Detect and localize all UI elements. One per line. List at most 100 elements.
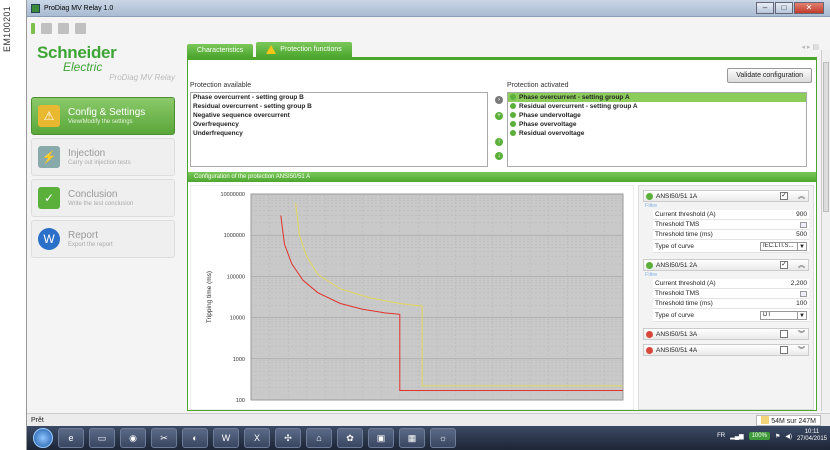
param-row: Type of curve DT ▼ (653, 309, 809, 322)
close-button[interactable]: ✕ (794, 2, 824, 14)
plug-icon: ⚡ (38, 146, 60, 168)
list-item[interactable]: Residual overcurrent - setting group B (191, 102, 487, 111)
config-section-title: Configuration of the protection ANSI50/5… (188, 172, 816, 182)
sidebar-item-report[interactable]: W Report Export the report (31, 220, 175, 258)
memory-indicator[interactable]: 54M sur 247M (756, 415, 821, 426)
tool-icon[interactable]: ✂ (151, 428, 177, 448)
list-item[interactable]: Negative sequence overcurrent (191, 111, 487, 120)
param-row: Type of curve IEC.LTI.S... ▼ (653, 240, 809, 253)
sidebar-item-conclusion[interactable]: ✓ Conclusion Write the test conclusion (31, 179, 175, 217)
pdf-icon[interactable]: ⌂ (306, 428, 332, 448)
list-item[interactable]: Phase overvoltage (508, 120, 806, 129)
folder-icon[interactable]: ▭ (89, 428, 115, 448)
ie-icon[interactable]: e (58, 428, 84, 448)
prodiag-icon[interactable]: ✿ (337, 428, 363, 448)
activated-list[interactable]: Phase overcurrent - setting group A Resi… (507, 92, 807, 167)
scrollbar-thumb[interactable] (823, 62, 829, 212)
tab-protection-functions[interactable]: Protection functions (256, 42, 352, 57)
save-icon[interactable] (58, 22, 69, 34)
maximize-button[interactable]: □ (775, 2, 793, 14)
curve-type-select[interactable]: IEC.LTI.S... ▼ (760, 241, 807, 251)
tab-bar: Characteristics Protection functions (183, 39, 823, 57)
protection-panel: Validate configuration Protection availa… (187, 57, 817, 411)
collapse-icon[interactable]: ︽ (798, 191, 808, 201)
excel-icon[interactable]: X (244, 428, 270, 448)
speaker-icon[interactable]: ◀) (785, 433, 792, 440)
expand-icon[interactable]: ︾ (798, 345, 808, 355)
flag-icon[interactable]: ⚑ (775, 433, 780, 440)
add-icon[interactable]: + (495, 112, 503, 120)
curve-type-select[interactable]: DT ▼ (760, 310, 807, 320)
language-indicator[interactable]: FR (717, 433, 725, 439)
threshold-time-value[interactable]: 100 (796, 300, 807, 307)
word-icon[interactable]: W (213, 428, 239, 448)
terminal-icon[interactable]: ▣ (368, 428, 394, 448)
system-tray: FR ▂▄▆ 100% ⚑ ◀) 10:11 27/04/2015 (717, 429, 827, 443)
curve-header-4a[interactable]: ANSI50/51 4A ︾ (643, 344, 809, 356)
list-item[interactable]: Residual overcurrent - setting group A (508, 102, 806, 111)
current-threshold-value[interactable]: 900 (796, 211, 807, 218)
list-item-selected[interactable]: Phase overcurrent - setting group A (508, 93, 806, 102)
sidebar-item-sub: Carry out injection tests (68, 160, 131, 166)
curve-header-1a[interactable]: ANSI50/51 1A ✓ ︽ (643, 190, 809, 202)
document-icon[interactable] (75, 22, 86, 34)
sidebar-item-sub: View/Modify the settings (68, 119, 133, 125)
list-item[interactable]: Phase overcurrent - setting group B (191, 93, 487, 102)
tms-checkbox[interactable] (800, 290, 807, 297)
validate-configuration-button[interactable]: Validate configuration (727, 68, 812, 83)
tool2-icon[interactable]: ✣ (275, 428, 301, 448)
arrow-down-icon[interactable]: ↓ (495, 152, 503, 160)
list-item[interactable]: Residual overvoltage (508, 129, 806, 138)
globe-icon[interactable]: ◐ (182, 428, 208, 448)
list-item[interactable]: Underfrequency (191, 129, 487, 138)
current-threshold-value[interactable]: 2,200 (791, 280, 807, 287)
expand-icon[interactable]: ︾ (798, 329, 808, 339)
document-margin: EM100201 (0, 0, 14, 450)
network-icon[interactable]: ▂▄▆ (730, 433, 743, 440)
word-icon: W (38, 228, 60, 250)
main-content: Characteristics Protection functions ◂ ▸… (183, 39, 823, 411)
check-icon (510, 103, 516, 109)
product-name: ProDiag MV Relay (109, 73, 175, 82)
battery-indicator[interactable]: 100% (748, 432, 770, 440)
media-icon[interactable]: ☼ (430, 428, 456, 448)
start-button[interactable] (33, 428, 53, 448)
y-tick-label: 1000000 (224, 233, 245, 239)
curve-enable-checkbox[interactable] (780, 330, 788, 338)
collapse-icon[interactable]: ︽ (798, 260, 808, 270)
filter-label[interactable]: Filtre (645, 272, 807, 278)
protection-lists: Protection available Phase overcurrent -… (190, 82, 814, 167)
move-right-icon[interactable]: › (495, 96, 503, 104)
sidebar-item-injection[interactable]: ⚡ Injection Carry out injection tests (31, 138, 175, 176)
curve-enable-checkbox[interactable]: ✓ (780, 192, 788, 200)
curve-header-2a[interactable]: ANSI50/51 2A ✓ ︽ (643, 259, 809, 271)
vertical-scrollbar[interactable] (821, 50, 830, 411)
sidebar-item-config[interactable]: ⚠ Config & Settings View/Modify the sett… (31, 97, 175, 135)
tab-characteristics[interactable]: Characteristics (187, 44, 254, 57)
brand-name: Schneider (37, 43, 117, 62)
panel-nav-arrows[interactable]: ◂ ▸ ▤ (801, 43, 819, 51)
check-icon (510, 130, 516, 136)
curve-enable-checkbox[interactable] (780, 346, 788, 354)
clock[interactable]: 10:11 27/04/2015 (797, 429, 827, 443)
status-off-icon (646, 346, 653, 354)
curve-header-3a[interactable]: ANSI50/51 3A ︾ (643, 328, 809, 340)
minimize-button[interactable]: – (756, 2, 774, 14)
arrow-up-icon[interactable]: ↑ (495, 138, 503, 146)
param-row: Current threshold (A) 900 (653, 210, 809, 220)
app-icon[interactable]: ◉ (120, 428, 146, 448)
threshold-time-value[interactable]: 500 (796, 231, 807, 238)
filter-label[interactable]: Filtre (645, 203, 807, 209)
sidebar: Schneider Electric ProDiag MV Relay ⚠ Co… (27, 39, 179, 411)
check-icon (510, 94, 516, 100)
checkmark-icon: ✓ (38, 187, 60, 209)
tripping-curve-chart: 10000000 1000000 100000 10000 1000 100 Trippin… (190, 185, 634, 410)
home-icon[interactable] (41, 22, 52, 34)
tms-checkbox[interactable] (800, 221, 807, 228)
available-list[interactable]: Phase overcurrent - setting group B Resi… (190, 92, 488, 167)
curve-enable-checkbox[interactable]: ✓ (780, 261, 788, 269)
list-item[interactable]: Overfrequency (191, 120, 487, 129)
list-item[interactable]: Phase undervoltage (508, 111, 806, 120)
calculator-icon[interactable]: ▦ (399, 428, 425, 448)
toolbar (27, 17, 830, 39)
